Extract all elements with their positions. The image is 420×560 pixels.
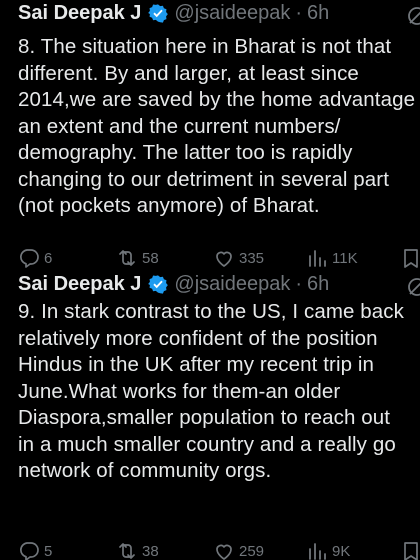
retweet-count: 38 <box>142 542 159 560</box>
view-count: 9K <box>332 542 351 560</box>
author-handle[interactable]: @jsaideepak <box>174 0 290 28</box>
tweet-text-line: network of community orgs. <box>18 459 272 482</box>
tweet-text-line: (not pockets anymore) of Bharat. <box>18 194 320 217</box>
author-handle[interactable]: @jsaideepak <box>174 269 290 299</box>
like-count: 259 <box>239 542 265 560</box>
tweet-text: 8. The situation here in Bharat is not t… <box>18 34 420 220</box>
separator-dot: · <box>295 273 303 295</box>
timestamp[interactable]: 6h <box>307 0 329 28</box>
reply-button[interactable]: 5 <box>18 540 52 560</box>
reply-count: 5 <box>44 542 53 560</box>
like-count: 335 <box>239 249 265 267</box>
tweet-header: Sai Deepak J @jsaideepak · 6h <box>18 0 329 28</box>
bookmark-icon <box>404 542 418 560</box>
separator-dot: · <box>295 2 303 24</box>
tweet-text-line: changing to our detriment in several par… <box>18 167 390 191</box>
retweet-button[interactable]: 38 <box>116 540 159 560</box>
tweet-text-line: relatively more confident of the positio… <box>18 326 378 350</box>
tweet-2[interactable]: Sai Deepak J @jsaideepak · 6h 9. In star… <box>0 265 420 560</box>
timestamp[interactable]: 6h <box>307 269 329 299</box>
view-count: 11K <box>332 249 358 267</box>
views-button[interactable]: 9K <box>306 540 350 560</box>
retweet-icon <box>119 543 135 559</box>
tweet-text-line: Diaspora,smaller population to reach out <box>18 406 391 429</box>
like-button[interactable]: 259 <box>213 540 264 560</box>
tweet-text-line: different. By and larger, at least since <box>18 61 359 85</box>
tweet-text-line: demography. The latter too is rapidly <box>18 141 353 164</box>
reply-icon <box>20 542 39 560</box>
verified-badge-icon <box>148 4 169 23</box>
tweet-text-line: 9. In stark contrast to the US, I came b… <box>18 300 404 323</box>
verified-badge-icon <box>148 275 169 294</box>
grok-icon[interactable] <box>406 5 420 27</box>
bookmark-button[interactable] <box>400 540 420 560</box>
tweet-header: Sai Deepak J @jsaideepak · 6h <box>18 269 329 299</box>
tweet-1[interactable]: Sai Deepak J @jsaideepak · 6h 8. The sit… <box>0 0 420 275</box>
action-bar: 5 38 259 9K <box>18 540 420 560</box>
tweet-text-line: 8. The situation here in Bharat is not t… <box>18 35 392 58</box>
grok-icon[interactable] <box>406 276 420 298</box>
tweet-text-line: 2014,we are saved by the home advantage <box>18 88 416 111</box>
reply-count: 6 <box>44 249 53 267</box>
tweet-text-line: Hindus in the UK after my recent trip in <box>18 353 375 376</box>
tweet-text-line: June.What works for them-an older <box>18 379 341 403</box>
author-name[interactable]: Sai Deepak J <box>18 269 141 299</box>
tweet-text-line: an extent and the current numbers/ <box>18 114 341 138</box>
author-name[interactable]: Sai Deepak J <box>18 0 141 28</box>
retweet-count: 58 <box>142 249 159 267</box>
tweet-text: 9. In stark contrast to the US, I came b… <box>18 299 420 485</box>
tweet-text-line: in a much smaller country and a really g… <box>18 432 396 456</box>
views-icon <box>309 543 326 560</box>
like-icon <box>216 544 232 560</box>
